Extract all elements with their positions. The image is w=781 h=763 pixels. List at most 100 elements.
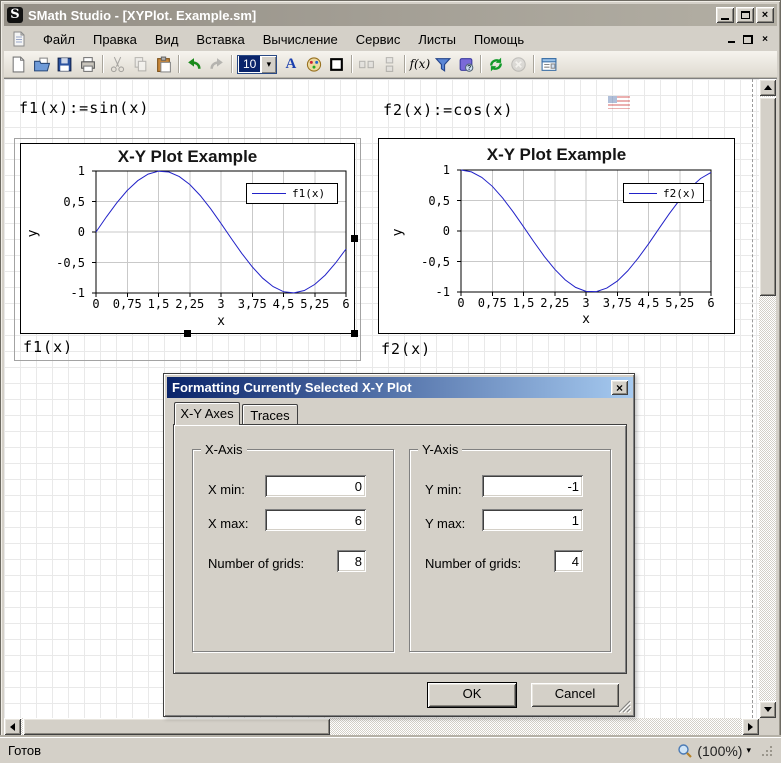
menu-help[interactable]: Помощь: [465, 29, 533, 50]
mdi-close-icon: ×: [762, 34, 768, 45]
menu-file[interactable]: Файл: [34, 29, 84, 50]
undo-button[interactable]: [182, 53, 205, 75]
copy-button[interactable]: [129, 53, 152, 75]
print-button[interactable]: [76, 53, 99, 75]
menu-view[interactable]: Вид: [146, 29, 188, 50]
plot-caption-f1[interactable]: f1(x): [23, 338, 73, 356]
redo-icon: [208, 56, 226, 73]
mdi-restore-button[interactable]: [740, 32, 756, 46]
recalculate-button[interactable]: [484, 53, 507, 75]
y-min-label: Y min:: [425, 482, 462, 497]
open-button[interactable]: [30, 53, 53, 75]
mdi-close-button[interactable]: ×: [757, 32, 773, 46]
document-icon[interactable]: [12, 31, 26, 47]
tab-xy-axes[interactable]: X-Y Axes: [174, 402, 240, 425]
new-button[interactable]: [7, 53, 30, 75]
menu-edit[interactable]: Правка: [84, 29, 146, 50]
cancel-button[interactable]: Cancel: [531, 683, 619, 707]
cut-button[interactable]: [106, 53, 129, 75]
mdi-minimize-button[interactable]: [723, 32, 739, 46]
zoom-level[interactable]: (100%): [697, 743, 742, 759]
scroll-up-button[interactable]: [759, 79, 776, 96]
close-button[interactable]: ×: [756, 7, 774, 23]
x-min-label: X min:: [208, 482, 245, 497]
resize-handle-corner[interactable]: [351, 330, 358, 337]
border-button[interactable]: [325, 53, 348, 75]
plot-title: X-Y Plot Example: [21, 147, 354, 167]
plot-frame: X-Y Plot Example f1(x) 10,50-0,5-1 00,75…: [20, 143, 355, 334]
maximize-button[interactable]: [736, 7, 754, 23]
format-plot-dialog: Formatting Currently Selected X-Y Plot ×…: [163, 373, 635, 717]
open-folder-icon: [33, 56, 51, 73]
scrollbar-corner: [759, 718, 776, 735]
legend-line-sample: [252, 193, 286, 194]
filter-button[interactable]: [431, 53, 454, 75]
tab-traces[interactable]: Traces: [242, 404, 298, 425]
reference-book-button[interactable]: ?: [454, 53, 477, 75]
align-horizontal-icon: [358, 56, 375, 73]
resize-handle-bottom[interactable]: [184, 330, 191, 337]
redo-button[interactable]: [205, 53, 228, 75]
x-tick: 3,75: [603, 296, 632, 310]
x-tick: 0,75: [113, 297, 142, 311]
y-grids-label: Number of grids:: [425, 556, 521, 571]
menu-tools[interactable]: Сервис: [347, 29, 410, 50]
function-icon: f(x): [410, 57, 431, 71]
mdi-minimize-icon: [728, 41, 735, 43]
ok-button[interactable]: OK: [428, 683, 516, 707]
minimize-button[interactable]: [716, 7, 734, 23]
y-grids-input[interactable]: [554, 550, 583, 572]
x-max-input[interactable]: [265, 509, 366, 531]
window-title: SMath Studio - [XYPlot. Example.sm]: [28, 8, 714, 23]
vertical-scrollbar[interactable]: [759, 79, 776, 718]
zoom-dropdown-icon[interactable]: ▾: [746, 745, 751, 756]
y-max-input[interactable]: [482, 509, 583, 531]
expression-f2[interactable]: f2(x):=cos(x): [383, 101, 513, 119]
function-button[interactable]: f(x): [408, 53, 431, 75]
resize-grip-icon[interactable]: [618, 700, 631, 713]
save-button[interactable]: [53, 53, 76, 75]
legend-line-sample: [629, 193, 657, 194]
x-axis-groupbox: X-Axis X min: X max: Number of grids:: [192, 449, 394, 652]
stop-button[interactable]: [507, 53, 530, 75]
horizontal-scroll-thumb[interactable]: [23, 718, 330, 735]
plot-legend: f2(x): [623, 183, 704, 203]
font-size-dropdown-button[interactable]: ▾: [261, 56, 276, 73]
y-min-input[interactable]: [482, 475, 583, 497]
plot-region-f1[interactable]: X-Y Plot Example f1(x) 10,50-0,5-1 00,75…: [14, 138, 361, 361]
x-tick: 1,5: [148, 297, 170, 311]
horizontal-scrollbar[interactable]: [4, 718, 759, 735]
zoom-magnifier-icon[interactable]: [677, 743, 693, 759]
scroll-left-button[interactable]: [4, 718, 21, 735]
palette-button[interactable]: [302, 53, 325, 75]
window-resize-grip-icon[interactable]: [761, 745, 773, 757]
x-tick: 6: [342, 297, 349, 311]
x-tick: 5,25: [665, 296, 694, 310]
scroll-down-button[interactable]: [759, 701, 776, 718]
cut-icon: [109, 56, 126, 73]
align-horizontal-button[interactable]: [355, 53, 378, 75]
scroll-right-button[interactable]: [742, 718, 759, 735]
menu-sheets[interactable]: Листы: [409, 29, 465, 50]
filter-icon: [434, 56, 452, 73]
dialog-title-bar: Formatting Currently Selected X-Y Plot ×: [167, 377, 633, 398]
paste-button[interactable]: [152, 53, 175, 75]
plot-caption-f2[interactable]: f2(x): [381, 340, 431, 358]
worksheet-options-button[interactable]: [537, 53, 560, 75]
menu-insert[interactable]: Вставка: [187, 29, 253, 50]
maximize-icon: [741, 11, 750, 19]
vertical-scroll-thumb[interactable]: [759, 97, 776, 296]
resize-handle-right[interactable]: [351, 235, 358, 242]
x-grids-input[interactable]: [337, 550, 366, 572]
dialog-close-button[interactable]: ×: [611, 380, 628, 395]
mdi-restore-icon: [743, 35, 753, 44]
expression-f1[interactable]: f1(x):=sin(x): [19, 99, 149, 117]
plot-region-f2[interactable]: X-Y Plot Example f2(x) 10,50-0,5-1 00,75…: [378, 138, 735, 334]
save-icon: [56, 56, 73, 73]
status-text: Готов: [8, 743, 41, 758]
align-vertical-button[interactable]: [378, 53, 401, 75]
menu-calculation[interactable]: Вычисление: [254, 29, 347, 50]
font-size-combo[interactable]: 10 ▾: [237, 55, 277, 74]
x-min-input[interactable]: [265, 475, 366, 497]
font-color-button[interactable]: A: [279, 53, 302, 75]
